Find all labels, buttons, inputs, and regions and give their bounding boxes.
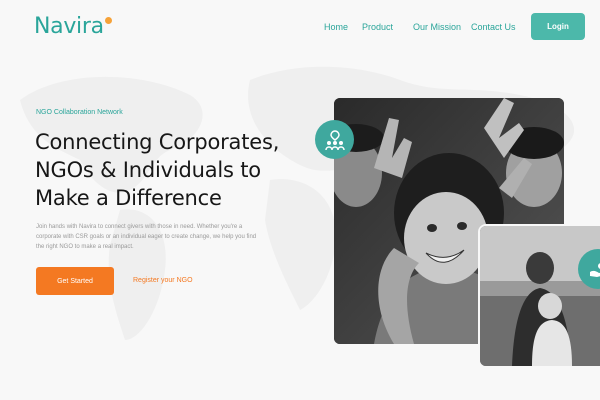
headline-line-1: Connecting Corporates,	[35, 130, 280, 154]
brand-name: Navira	[34, 14, 104, 39]
get-started-button[interactable]: Get Started	[36, 267, 114, 295]
nav-item-our-mission[interactable]: Our Mission	[413, 22, 461, 32]
logo-dot-icon	[104, 17, 112, 24]
hero-description: Join hands with Navira to connect givers…	[36, 222, 296, 252]
brand-logo[interactable]: Navira	[34, 14, 112, 39]
nav-item-home[interactable]: Home	[324, 22, 348, 32]
mother-and-child-photo	[480, 226, 600, 366]
headline-line-2: NGOs & Individuals to	[35, 158, 261, 182]
hero-headline: Connecting Corporates, NGOs & Individual…	[35, 128, 315, 212]
community-icon	[315, 120, 354, 159]
register-ngo-link[interactable]: Register your NGO	[133, 277, 193, 284]
description-line-1: Join hands with Navira to connect givers…	[36, 224, 243, 230]
nav-item-contact-us[interactable]: Contact Us	[471, 22, 516, 32]
nav-item-product[interactable]: Product	[362, 22, 393, 32]
headline-line-3: Make a Difference	[35, 186, 222, 210]
description-line-3: the right NGO to make a real impact.	[36, 244, 134, 250]
hero-eyebrow: NGO Collaboration Network	[36, 109, 123, 116]
login-button[interactable]: Login	[531, 13, 585, 40]
description-line-2: corporate with CSR goals or an individua…	[36, 234, 257, 240]
